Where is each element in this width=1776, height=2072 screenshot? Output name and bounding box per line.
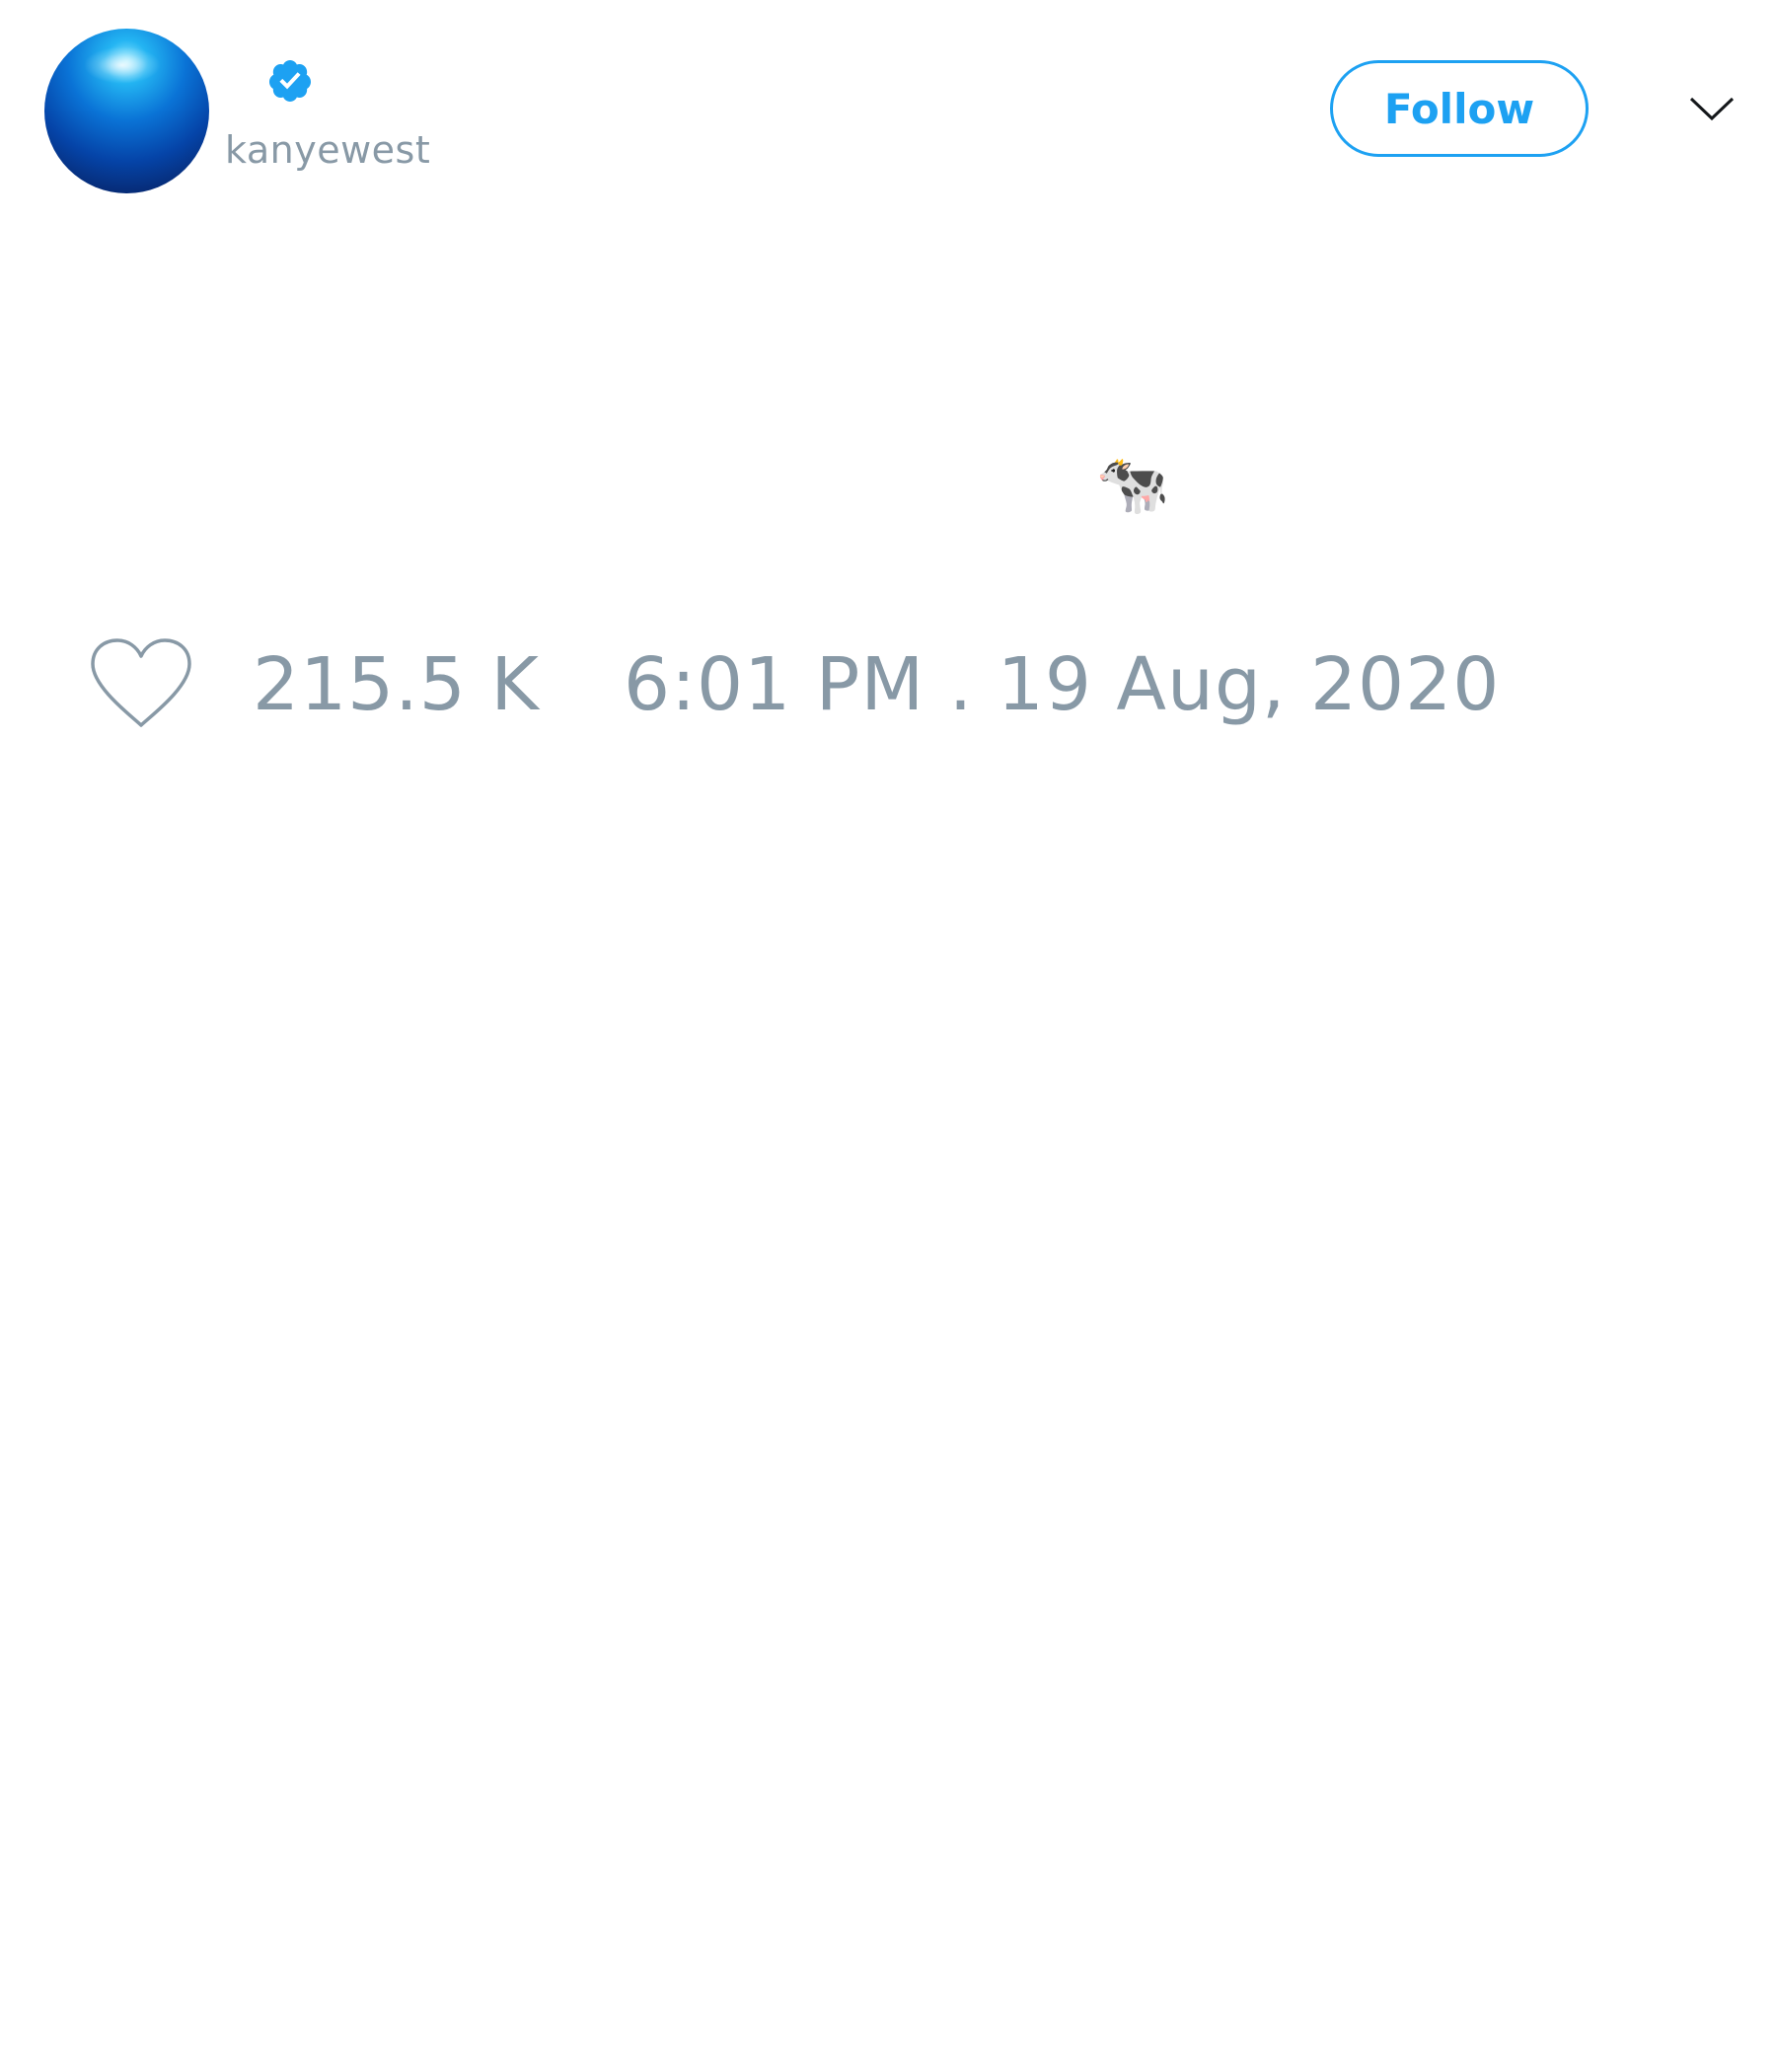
avatar[interactable] — [44, 29, 209, 193]
follow-button[interactable]: Follow — [1330, 60, 1589, 157]
chevron-down-icon[interactable] — [1687, 89, 1737, 128]
verified-badge-icon — [268, 60, 311, 102]
timestamp[interactable]: 6:01 PM . 19 Aug, 2020 — [624, 641, 1500, 728]
like-count: 215.5 K — [253, 642, 540, 727]
username[interactable]: kanyewest — [225, 126, 430, 174]
heart-icon[interactable] — [89, 636, 193, 731]
tweet-text: 🐄 — [1095, 450, 1170, 519]
